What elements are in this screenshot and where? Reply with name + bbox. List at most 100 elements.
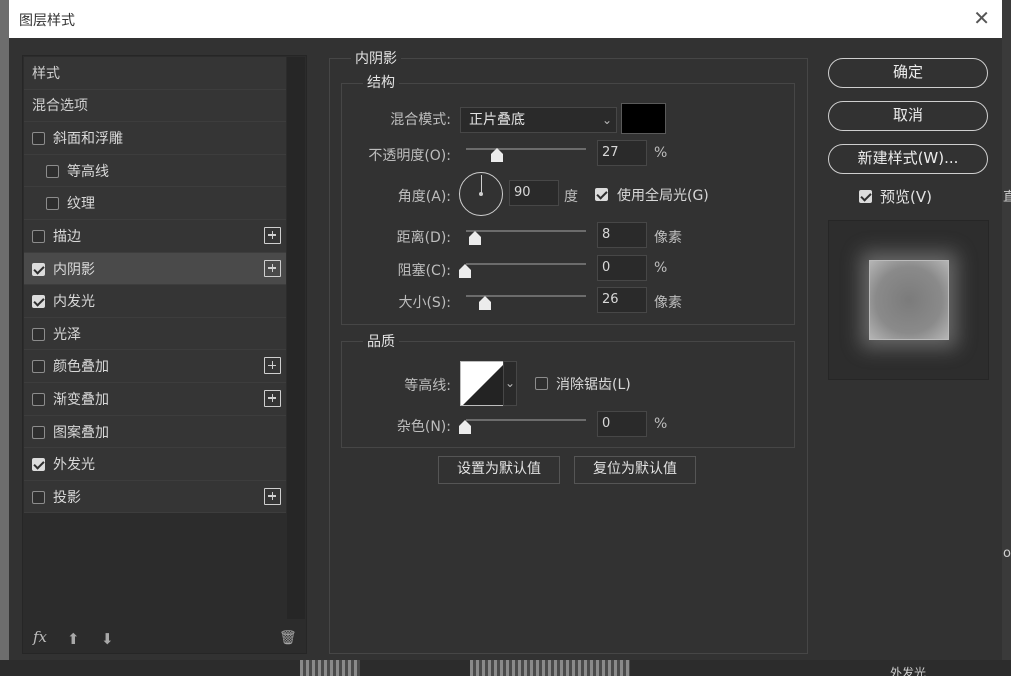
layer-style-dialog: 图层样式 ✕ 样式 混合选项 斜面和浮雕 等高线 纹理 描边 内阴影 内发光 光泽 颜色叠加 渐变叠…: [9, 0, 1002, 660]
blend-mode-select[interactable]: 正片叠底 ⌄: [460, 107, 617, 133]
move-down-icon[interactable]: ⬇: [101, 630, 114, 648]
preview-label: 预览(V): [880, 188, 932, 206]
style-checkbox[interactable]: [32, 132, 45, 146]
style-checkbox[interactable]: [32, 490, 45, 504]
style-list-item-label: 纹理: [67, 196, 95, 213]
style-list-item-label: 颜色叠加: [53, 359, 109, 376]
style-checkbox[interactable]: [32, 458, 45, 472]
style-checkbox[interactable]: [32, 425, 45, 439]
opacity-input[interactable]: 27: [597, 140, 647, 166]
choke-input[interactable]: 0: [597, 255, 647, 281]
choke-label: 阻塞(C):: [397, 263, 451, 279]
choke-slider[interactable]: [466, 263, 586, 265]
add-effect-icon[interactable]: [264, 226, 281, 244]
title-bar: 图层样式 ✕: [9, 0, 1002, 38]
quality-title: 品质: [363, 331, 399, 351]
style-list-item-label: 描边: [53, 228, 81, 245]
style-list-item[interactable]: 斜面和浮雕: [24, 122, 286, 155]
style-preview-box: [828, 220, 989, 380]
noise-unit: %: [654, 416, 668, 432]
ok-button[interactable]: 确定: [828, 58, 988, 88]
style-list-item-label: 光泽: [53, 326, 81, 343]
noise-slider-thumb[interactable]: [459, 420, 471, 434]
style-list-item-label: 混合选项: [32, 98, 88, 115]
style-list-item-label: 内阴影: [53, 261, 95, 278]
noise-slider[interactable]: [466, 419, 586, 421]
style-list-item-label: 样式: [32, 65, 60, 82]
distance-slider[interactable]: [466, 230, 586, 232]
scrollbar[interactable]: [287, 57, 305, 619]
dialog-title: 图层样式: [19, 13, 75, 29]
shadow-color-swatch[interactable]: [621, 103, 666, 134]
preview-checkbox[interactable]: [859, 190, 872, 203]
section-title: 内阴影: [351, 48, 401, 68]
style-list-item[interactable]: 等高线: [24, 154, 286, 188]
angle-dial[interactable]: [459, 172, 503, 216]
distance-input[interactable]: 8: [597, 222, 647, 248]
new-style-button[interactable]: 新建样式(W)...: [828, 144, 988, 174]
style-checkbox[interactable]: [32, 360, 45, 374]
move-up-icon[interactable]: ⬆: [67, 630, 80, 648]
style-list-item[interactable]: 投影: [24, 480, 286, 514]
style-checkbox[interactable]: [32, 392, 45, 406]
style-list-item-label: 图案叠加: [53, 424, 109, 441]
style-list-item[interactable]: 样式: [24, 57, 286, 90]
antialias-label: 消除锯齿(L): [556, 377, 631, 393]
noise-input[interactable]: 0: [597, 411, 647, 437]
add-effect-icon[interactable]: [264, 357, 281, 375]
style-list-item-label: 内发光: [53, 294, 95, 311]
style-list-item[interactable]: 纹理: [24, 187, 286, 220]
style-list-item[interactable]: 颜色叠加: [24, 350, 286, 383]
background-canvas-strip: [0, 660, 1011, 676]
style-list-item[interactable]: 渐变叠加: [24, 382, 286, 416]
blend-mode-value: 正片叠底: [469, 112, 525, 128]
style-checkbox[interactable]: [32, 327, 45, 341]
size-label: 大小(S):: [398, 295, 451, 311]
structure-title: 结构: [363, 72, 399, 92]
choke-unit: %: [654, 260, 668, 276]
styles-toolbar: fx ⬆ ⬇ 🗑: [23, 626, 306, 654]
background-text-fragment: 直: [1003, 190, 1011, 205]
style-list-item-label: 外发光: [53, 457, 95, 474]
style-list-item[interactable]: 内发光: [24, 285, 286, 318]
distance-slider-thumb[interactable]: [469, 231, 481, 245]
reset-default-button[interactable]: 复位为默认值: [574, 456, 696, 484]
background-text-fragment: 外发光: [890, 666, 927, 676]
style-list-item[interactable]: 内阴影: [24, 252, 286, 286]
style-checkbox[interactable]: [46, 197, 59, 211]
style-list-item[interactable]: 光泽: [24, 317, 286, 351]
size-input[interactable]: 26: [597, 287, 647, 313]
contour-preview[interactable]: [460, 361, 505, 406]
blend-mode-label: 混合模式:: [390, 112, 451, 128]
angle-input[interactable]: 90: [509, 180, 559, 206]
fx-icon[interactable]: fx: [33, 628, 47, 646]
style-checkbox[interactable]: [32, 262, 45, 276]
close-icon[interactable]: ✕: [973, 6, 990, 30]
chevron-down-icon[interactable]: ⌄: [503, 361, 517, 406]
style-list-item-label: 渐变叠加: [53, 391, 109, 408]
style-checkbox[interactable]: [32, 229, 45, 243]
style-checkbox[interactable]: [46, 164, 59, 178]
choke-slider-thumb[interactable]: [459, 264, 471, 278]
cancel-button[interactable]: 取消: [828, 101, 988, 131]
style-list-item[interactable]: 图案叠加: [24, 415, 286, 449]
add-effect-icon[interactable]: [264, 259, 281, 277]
noise-label: 杂色(N):: [396, 419, 451, 435]
chevron-down-icon: ⌄: [601, 113, 612, 127]
set-default-button[interactable]: 设置为默认值: [438, 456, 560, 484]
style-list-item[interactable]: 外发光: [24, 448, 286, 481]
angle-label: 角度(A):: [397, 189, 451, 205]
antialias-checkbox[interactable]: [535, 377, 548, 390]
opacity-slider-thumb[interactable]: [491, 148, 503, 162]
global-light-checkbox[interactable]: [595, 188, 608, 201]
opacity-unit: %: [654, 145, 668, 161]
style-checkbox[interactable]: [32, 295, 45, 309]
trash-icon[interactable]: 🗑: [279, 630, 297, 646]
style-list-item[interactable]: 混合选项: [24, 89, 286, 123]
add-effect-icon[interactable]: [264, 389, 281, 407]
opacity-slider[interactable]: [466, 148, 586, 150]
style-list-item[interactable]: 描边: [24, 219, 286, 253]
style-preview-thumbnail: [869, 260, 949, 340]
add-effect-icon[interactable]: [264, 487, 281, 505]
size-slider-thumb[interactable]: [479, 296, 491, 310]
